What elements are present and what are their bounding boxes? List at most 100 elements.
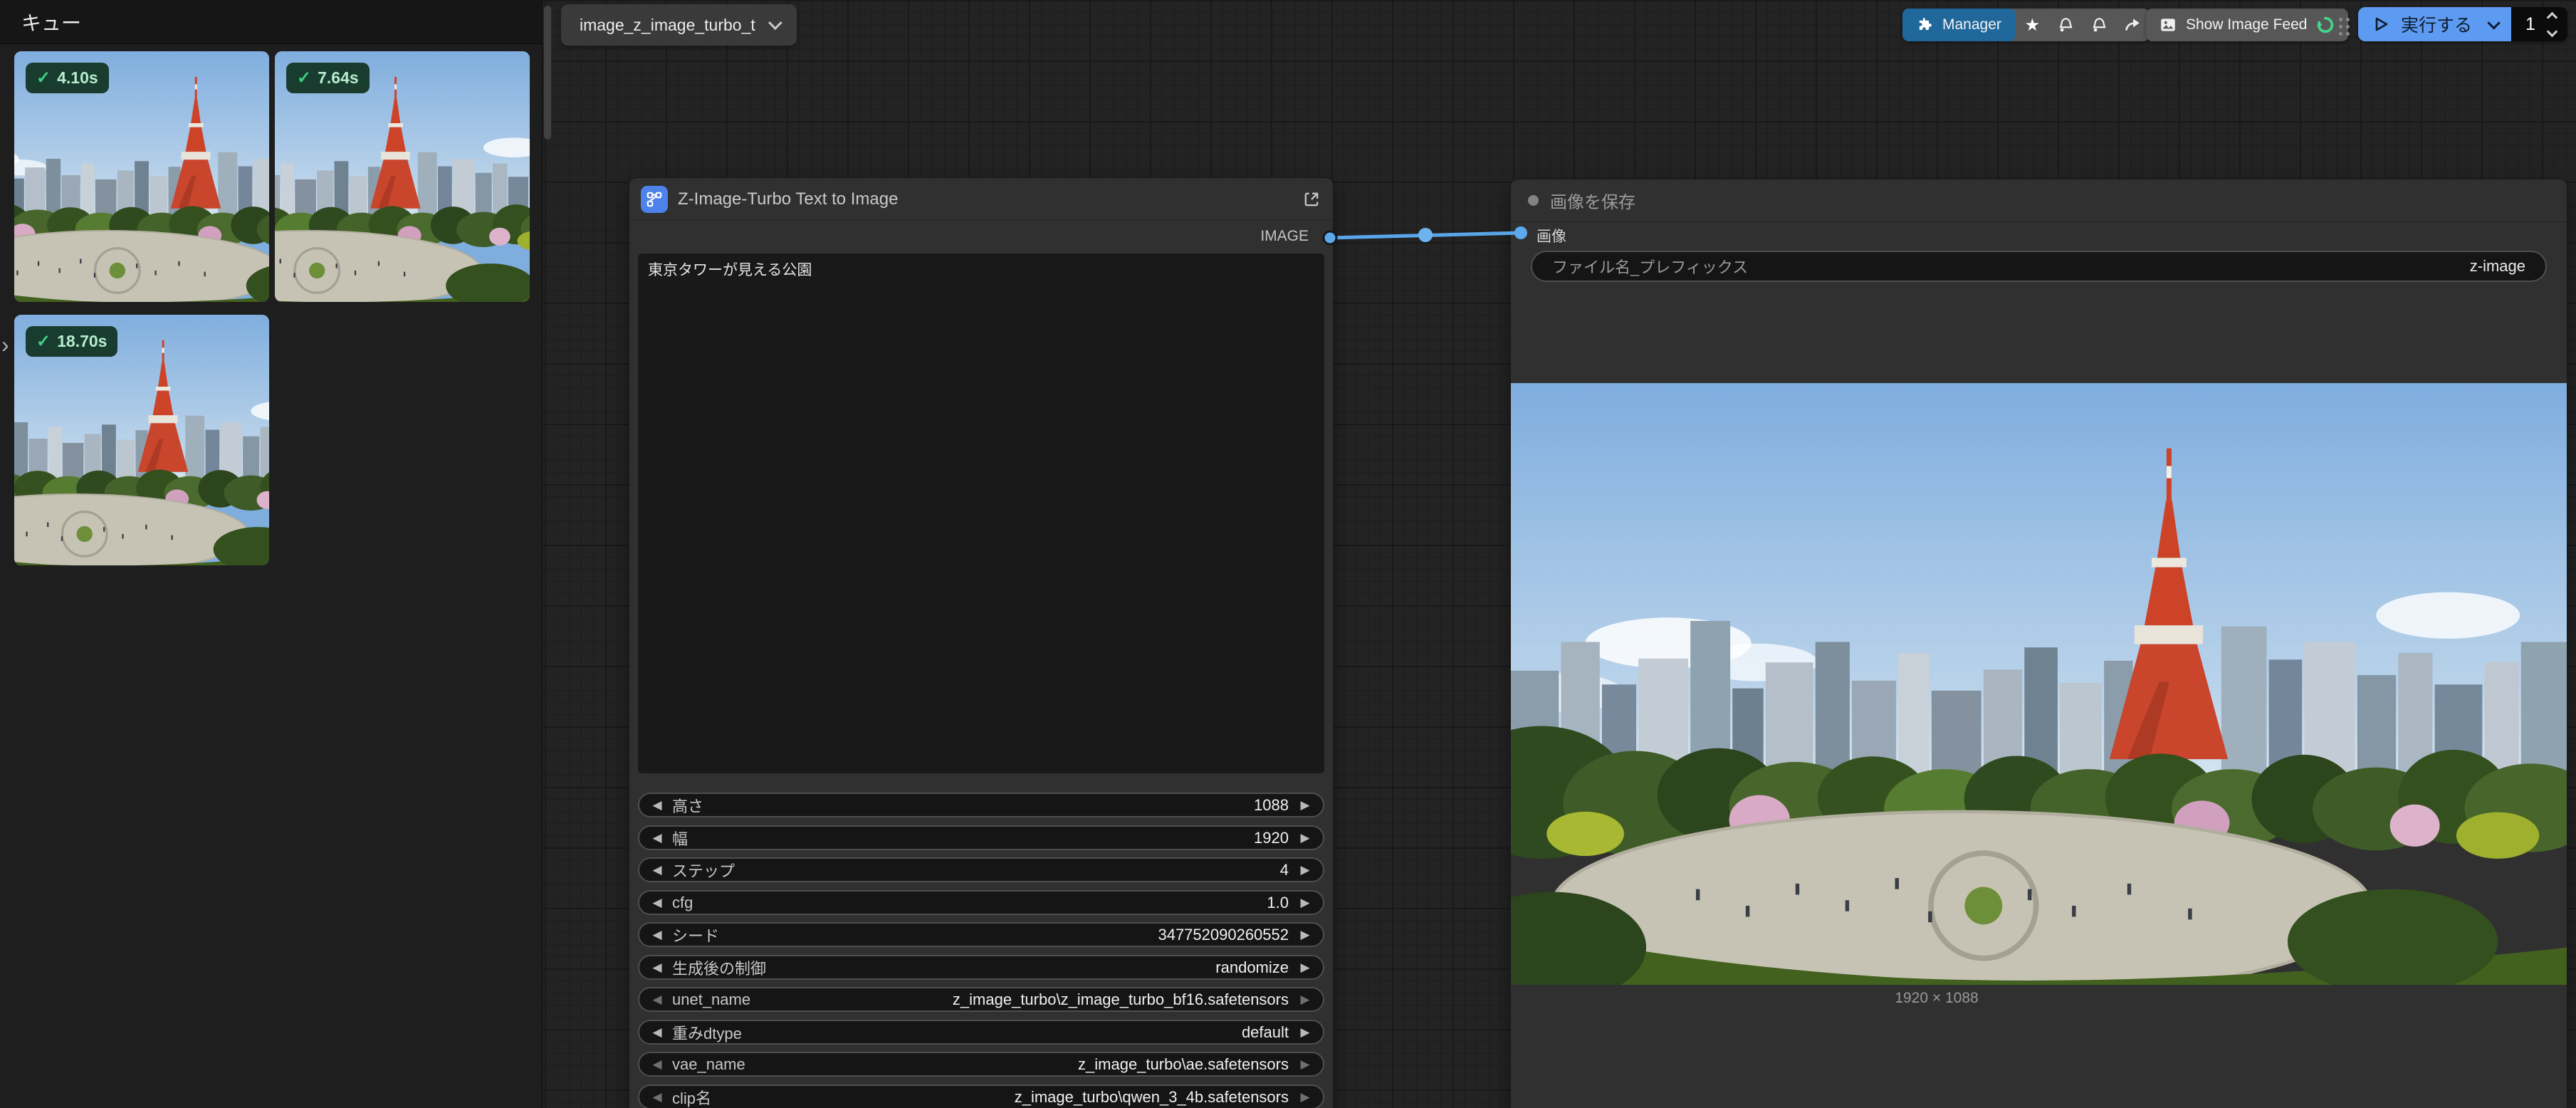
increment-arrow-icon[interactable]: ▶: [1293, 831, 1317, 845]
widget-label: cfg: [672, 894, 693, 912]
decrement-arrow-icon[interactable]: ◀: [645, 798, 669, 812]
widget-label: 幅: [672, 827, 688, 850]
prev-option-arrow-icon[interactable]: ◀: [645, 1090, 669, 1104]
next-option-arrow-icon[interactable]: ▶: [1293, 993, 1317, 1007]
run-button-label: 実行する: [2401, 11, 2472, 37]
node-titlebar[interactable]: Z-Image-Turbo Text to Image: [629, 178, 1333, 221]
workflows-gallery-button[interactable]: ★: [2016, 9, 2049, 41]
widget-value: 347752090260552: [1158, 926, 1289, 944]
run-button[interactable]: 実行する: [2358, 7, 2511, 41]
node-titlebar[interactable]: 画像を保存: [1511, 179, 2567, 222]
widget-cfg[interactable]: ◀ cfg 1.0 ▶: [638, 890, 1324, 915]
widget-seed[interactable]: ◀ シード 347752090260552 ▶: [638, 922, 1324, 947]
duration-badge: ✓ 4.10s: [26, 63, 109, 93]
filename-prefix-label: ファイル名_プレフィックス: [1552, 255, 1748, 278]
input-label-image: 画像: [1536, 225, 1566, 246]
next-option-arrow-icon[interactable]: ▶: [1293, 1057, 1317, 1072]
widget-control-after-generate[interactable]: ◀ 生成後の制御 randomize ▶: [638, 955, 1324, 980]
widget-steps[interactable]: ◀ ステップ 4 ▶: [638, 857, 1324, 882]
comfyui-canvas[interactable]: キュー ✓ 4.10s ✓ 7.64s ✓ 18.: [0, 0, 2576, 1108]
widget-label: unet_name: [672, 991, 750, 1009]
prompt-textarea[interactable]: 東京タワーが見える公園: [638, 254, 1324, 773]
decrement-arrow-icon[interactable]: ◀: [645, 831, 669, 845]
expand-node-button[interactable]: [1302, 189, 1321, 209]
toolbar-drag-handle[interactable]: [2339, 18, 2350, 36]
decrement-arrow-icon[interactable]: ◀: [645, 928, 669, 942]
decrement-arrow-icon[interactable]: ◀: [645, 863, 669, 877]
decrement-icon[interactable]: [2547, 26, 2558, 37]
duration-badge: ✓ 18.70s: [26, 326, 117, 357]
puzzle-icon: [1917, 16, 1934, 33]
widget-value: z_image_turbo\qwen_3_4b.safetensors: [1015, 1088, 1289, 1107]
node-save-image[interactable]: 画像を保存 画像 ファイル名_プレフィックス z-image 1920 × 10…: [1511, 179, 2567, 1108]
prev-option-arrow-icon[interactable]: ◀: [645, 993, 669, 1007]
widget-weight-dtype[interactable]: ◀ 重みdtype default ▶: [638, 1020, 1324, 1045]
increment-arrow-icon[interactable]: ▶: [1293, 798, 1317, 812]
widget-label: clip名: [672, 1086, 711, 1108]
workflow-tab-label: image_z_image_turbo_t: [580, 16, 755, 35]
next-option-arrow-icon[interactable]: ▶: [1293, 961, 1317, 975]
show-image-feed-button[interactable]: Show Image Feed: [2146, 9, 2348, 41]
prev-option-arrow-icon[interactable]: ◀: [645, 1057, 669, 1072]
batch-count-control[interactable]: 1: [2511, 7, 2567, 41]
filename-prefix-value: z-image: [2470, 257, 2525, 276]
widget-value: z_image_turbo\ae.safetensors: [1078, 1055, 1289, 1074]
widget-unet-name[interactable]: ◀ unet_name z_image_turbo\z_image_turbo_…: [638, 987, 1324, 1012]
star-icon: ★: [2025, 15, 2041, 36]
next-option-arrow-icon[interactable]: ▶: [1293, 1025, 1317, 1040]
widget-value: z_image_turbo\z_image_turbo_bf16.safeten…: [953, 991, 1289, 1009]
queue-thumbnail-3[interactable]: ✓ 18.70s: [14, 315, 269, 565]
next-option-arrow-icon[interactable]: ▶: [1293, 1090, 1317, 1104]
image-dimensions-caption: 1920 × 1088: [1511, 990, 2362, 1007]
check-icon: ✓: [297, 68, 311, 88]
widget-label: vae_name: [672, 1055, 745, 1074]
node-z-image-turbo-text-to-image[interactable]: Z-Image-Turbo Text to Image IMAGE 東京タワーが…: [629, 178, 1333, 1108]
duration-text: 7.64s: [318, 68, 359, 88]
widget-value: 1088: [1254, 796, 1289, 815]
widget-label: シード: [672, 924, 719, 946]
widget-height[interactable]: ◀ 高さ 1088 ▶: [638, 793, 1324, 817]
increment-arrow-icon[interactable]: ▶: [1293, 863, 1317, 877]
widget-label: 高さ: [672, 794, 703, 817]
widget-width[interactable]: ◀ 幅 1920 ▶: [638, 825, 1324, 850]
queue-thumbnail-1[interactable]: ✓ 4.10s: [14, 51, 269, 302]
widget-value: 4: [1280, 861, 1289, 879]
widget-label: 重みdtype: [672, 1021, 742, 1044]
link-midpoint-dot: [1418, 228, 1433, 242]
decrement-arrow-icon[interactable]: ◀: [645, 896, 669, 910]
widget-vae-name[interactable]: ◀ vae_name z_image_turbo\ae.safetensors …: [638, 1052, 1324, 1077]
show-image-feed-label: Show Image Feed: [2186, 16, 2307, 33]
collapse-dot-icon[interactable]: [1528, 195, 1539, 206]
panel-toggle-chevron-icon[interactable]: ›: [1, 333, 9, 356]
widget-clip-name[interactable]: ◀ clip名 z_image_turbo\qwen_3_4b.safetens…: [638, 1085, 1324, 1108]
node-title: 画像を保存: [1550, 188, 1635, 213]
output-label-image: IMAGE: [1260, 228, 1309, 245]
widget-value: randomize: [1215, 958, 1289, 977]
play-icon: [2372, 16, 2389, 33]
increment-icon[interactable]: [2547, 11, 2558, 23]
saved-image-preview[interactable]: [1511, 383, 2567, 985]
notification-bell-button[interactable]: [2049, 9, 2083, 41]
manager-button[interactable]: Manager: [1902, 9, 2016, 41]
share-arrow-icon: [2123, 16, 2142, 34]
increment-arrow-icon[interactable]: ▶: [1293, 928, 1317, 942]
workflow-tab[interactable]: image_z_image_turbo_t: [561, 4, 797, 46]
widget-value: default: [1242, 1023, 1289, 1042]
widget-label: 生成後の制御: [672, 956, 766, 979]
sidebar-scrollbar[interactable]: [544, 6, 551, 140]
node-title: Z-Image-Turbo Text to Image: [678, 189, 898, 209]
filename-prefix-field[interactable]: ファイル名_プレフィックス z-image: [1531, 251, 2547, 282]
prev-option-arrow-icon[interactable]: ◀: [645, 1025, 669, 1040]
notification-bell-alt-button[interactable]: [2083, 9, 2116, 41]
chevron-down-icon[interactable]: [768, 16, 782, 30]
increment-arrow-icon[interactable]: ▶: [1293, 896, 1317, 910]
prev-option-arrow-icon[interactable]: ◀: [645, 961, 669, 975]
node-link-image: [1321, 214, 1541, 256]
duration-text: 18.70s: [57, 332, 107, 351]
share-button[interactable]: [2116, 9, 2150, 41]
queue-sidebar: キュー ✓ 4.10s ✓ 7.64s ✓ 18.: [0, 0, 543, 1108]
bell-icon: [2090, 16, 2108, 34]
batch-count-spinner[interactable]: [2544, 11, 2560, 38]
queue-thumbnail-2[interactable]: ✓ 7.64s: [275, 51, 530, 302]
run-options-chevron-icon[interactable]: [2487, 16, 2500, 29]
